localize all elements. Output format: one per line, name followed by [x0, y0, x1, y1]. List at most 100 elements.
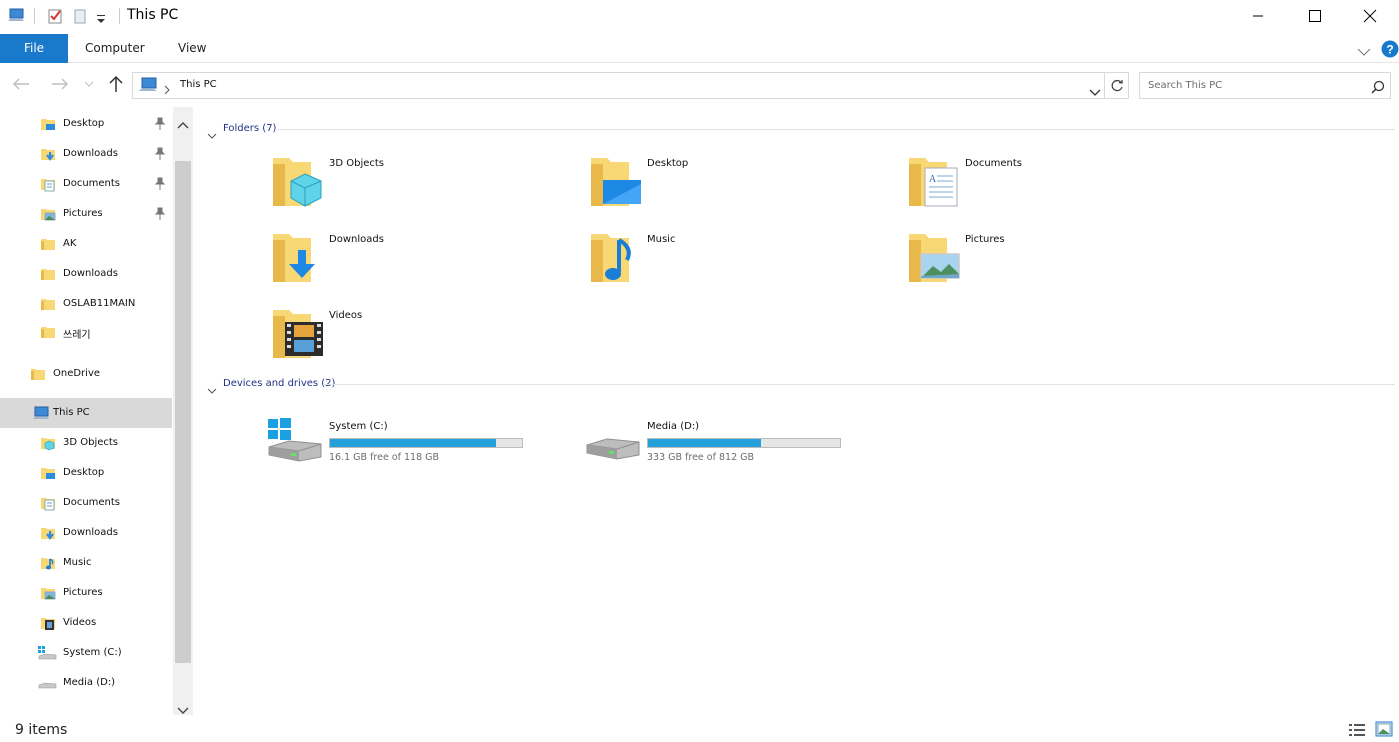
tab-view[interactable]: View	[178, 34, 206, 63]
nav-item-desktop[interactable]: Desktop	[0, 458, 172, 488]
videos-folder-icon	[40, 615, 56, 631]
drive-icon	[37, 675, 57, 691]
onedrive-folder-icon	[30, 366, 46, 382]
nav-item-trash-folder[interactable]: 쓰레기	[0, 317, 172, 347]
folder-icon	[40, 236, 56, 252]
drive-usage-bar	[329, 438, 523, 448]
pin-icon[interactable]	[154, 147, 166, 161]
documents-folder-icon	[40, 176, 56, 192]
documents-folder-icon: A	[907, 154, 961, 214]
status-bar: 9 items	[0, 715, 1399, 742]
svg-text:?: ?	[1386, 43, 1393, 57]
address-bar[interactable]: This PC	[132, 72, 1105, 99]
drive-usage-fill	[648, 439, 762, 447]
nav-item-media-d[interactable]: Media (D:)	[0, 668, 172, 698]
scrollbar-thumb[interactable]	[175, 161, 191, 663]
folder-tile-3d-objects[interactable]: 3D Objects	[267, 154, 567, 224]
drive-tile-system-c[interactable]: System (C:) 16.1 GB free of 118 GB	[267, 417, 567, 487]
group-header-devices[interactable]: Devices and drives (2)	[223, 378, 335, 389]
nav-item-this-pc[interactable]: This PC	[0, 398, 172, 428]
expand-ribbon-chevron-icon[interactable]	[1357, 42, 1371, 61]
nav-item-pictures-pinned[interactable]: Pictures	[0, 199, 172, 229]
tab-computer[interactable]: Computer	[85, 34, 145, 63]
nav-item-label: Documents	[63, 497, 121, 508]
large-icons-view-icon[interactable]	[1375, 721, 1393, 741]
collapse-devices-chevron-icon[interactable]	[207, 380, 217, 399]
collapse-folders-chevron-icon[interactable]	[207, 125, 217, 144]
folder-name: Downloads	[329, 234, 384, 245]
search-icon[interactable]	[1371, 79, 1385, 98]
nav-item-label: Downloads	[63, 527, 118, 538]
nav-item-label: Music	[63, 557, 92, 568]
pin-icon[interactable]	[154, 207, 166, 221]
search-box[interactable]	[1139, 72, 1391, 99]
folder-icon	[40, 324, 56, 340]
breadcrumb-separator-icon[interactable]	[164, 80, 170, 99]
nav-item-onedrive[interactable]: OneDrive	[0, 359, 172, 389]
forward-arrow-icon[interactable]	[49, 73, 71, 95]
nav-item-label: This PC	[53, 407, 90, 418]
help-icon[interactable]: ?	[1381, 40, 1399, 62]
folder-tile-pictures[interactable]: Pictures	[903, 230, 1203, 300]
minimize-button[interactable]	[1229, 0, 1287, 32]
pin-icon[interactable]	[154, 177, 166, 191]
drive-usage-bar	[647, 438, 841, 448]
breadcrumb-this-pc[interactable]: This PC	[180, 79, 217, 90]
nav-item-ak[interactable]: AK	[0, 229, 172, 259]
folder-tile-videos[interactable]: Videos	[267, 306, 567, 376]
nav-item-downloads[interactable]: Downloads	[0, 259, 172, 289]
folder-name: Desktop	[647, 158, 689, 169]
close-button[interactable]	[1341, 0, 1399, 32]
window-title: This PC	[127, 7, 179, 23]
nav-item-label: Pictures	[63, 587, 103, 598]
drive-tile-media-d[interactable]: Media (D:) 333 GB free of 812 GB	[585, 417, 885, 487]
music-folder-icon	[589, 230, 643, 290]
ribbon-tabs: File Computer View ?	[0, 34, 1399, 63]
nav-item-label: Pictures	[63, 208, 103, 219]
desktop-folder-icon	[40, 465, 56, 481]
pictures-folder-icon	[40, 585, 56, 601]
nav-item-desktop-pinned[interactable]: Desktop	[0, 109, 172, 139]
nav-item-label: 쓰레기	[63, 330, 91, 341]
up-arrow-icon[interactable]	[105, 73, 127, 95]
system-drive-icon	[37, 645, 57, 661]
refresh-button[interactable]	[1105, 72, 1129, 99]
music-folder-icon	[40, 555, 56, 571]
properties-icon[interactable]	[47, 8, 63, 24]
details-view-icon[interactable]	[1348, 722, 1366, 741]
back-arrow-icon[interactable]	[10, 73, 32, 95]
nav-item-videos[interactable]: Videos	[0, 608, 172, 638]
nav-item-music[interactable]: Music	[0, 548, 172, 578]
drive-name: System (C:)	[329, 421, 388, 432]
folder-tile-documents[interactable]: A Documents	[903, 154, 1203, 224]
search-input[interactable]	[1140, 73, 1360, 98]
nav-item-oslab11main[interactable]: OSLAB11MAIN	[0, 289, 172, 319]
nav-item-pictures[interactable]: Pictures	[0, 578, 172, 608]
3d-objects-folder-icon	[40, 435, 56, 451]
scroll-up-chevron-icon[interactable]	[177, 114, 189, 133]
nav-item-3d-objects[interactable]: 3D Objects	[0, 428, 172, 458]
folder-tile-music[interactable]: Music	[585, 230, 885, 300]
tab-file[interactable]: File	[0, 34, 68, 63]
maximize-button[interactable]	[1286, 0, 1344, 32]
nav-item-system-c[interactable]: System (C:)	[0, 638, 172, 668]
nav-item-label: System (C:)	[63, 647, 122, 658]
refresh-icon	[1111, 79, 1123, 91]
group-header-folders[interactable]: Folders (7)	[223, 123, 276, 134]
customize-toolbar-icon[interactable]	[96, 10, 112, 26]
folder-tile-desktop[interactable]: Desktop	[585, 154, 885, 224]
pin-icon[interactable]	[154, 117, 166, 131]
desktop-folder-icon	[589, 154, 643, 214]
nav-item-downloads-pc[interactable]: Downloads	[0, 518, 172, 548]
new-folder-icon[interactable]	[73, 8, 89, 24]
recent-locations-chevron-icon[interactable]	[80, 73, 98, 95]
address-dropdown-chevron-icon[interactable]	[1089, 82, 1101, 101]
nav-item-downloads-pinned[interactable]: Downloads	[0, 139, 172, 169]
title-bar: This PC	[0, 0, 1399, 34]
nav-item-documents-pinned[interactable]: Documents	[0, 169, 172, 199]
nav-item-documents[interactable]: Documents	[0, 488, 172, 518]
nav-item-label: Downloads	[63, 268, 118, 279]
folder-tile-downloads[interactable]: Downloads	[267, 230, 567, 300]
item-count: 9 items	[15, 722, 68, 738]
drive-usage-fill	[330, 439, 496, 447]
